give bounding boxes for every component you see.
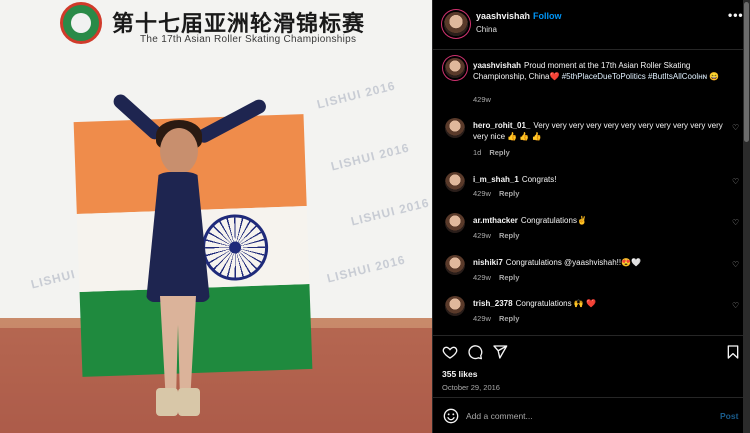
comment-text: trish_2378 Congratulations 🙌 ❤️ [473, 298, 723, 309]
small-heart-icon[interactable]: ♡ [732, 123, 739, 132]
scrollbar-thumb[interactable] [744, 2, 749, 142]
comment-age: 429w [473, 231, 491, 240]
banner-english-title: The 17th Asian Roller Skating Championsh… [140, 34, 357, 45]
share-icon[interactable] [492, 344, 508, 360]
comment-body: Congratulations @yaashvishah!!😍🤍 [505, 258, 642, 267]
post-location[interactable]: China [476, 25, 497, 34]
comment-username[interactable]: nishiki7 [473, 258, 503, 267]
comment-meta: 429w Reply [473, 231, 519, 240]
emoji-icon[interactable] [443, 408, 459, 424]
reply-button[interactable]: Reply [499, 231, 519, 240]
post-button[interactable]: Post [720, 411, 738, 421]
caption-text: yaashvishah Proud moment at the 17th Asia… [473, 60, 723, 82]
small-heart-icon[interactable]: ♡ [732, 301, 739, 310]
likes-count[interactable]: 355 likes [442, 369, 477, 379]
bookmark-icon[interactable] [725, 344, 741, 360]
comment-text: i_m_shah_1 Congrats! [473, 174, 723, 185]
skater-face [160, 128, 198, 174]
comment-body: Congrats! [521, 175, 557, 184]
comment-age: 429w [473, 273, 491, 282]
commenter-avatar[interactable] [445, 118, 465, 138]
author-username[interactable]: yaashvishah [476, 11, 530, 21]
comment-text: ar.mthacker Congratulations✌️ [473, 215, 723, 226]
comment-username[interactable]: i_m_shah_1 [473, 175, 519, 184]
comment-meta: 429w Reply [473, 273, 519, 282]
small-heart-icon[interactable]: ♡ [732, 218, 739, 227]
author-avatar[interactable] [445, 58, 465, 78]
comment-username[interactable]: trish_2378 [473, 299, 513, 308]
roller-skate [156, 388, 178, 416]
comment-meta: 1d Reply [473, 148, 510, 157]
comment-meta: 429w Reply [473, 189, 519, 198]
roller-skate [178, 388, 200, 416]
post-panel: yaashvishah • Follow China ••• yaashvish… [432, 0, 750, 433]
reply-button[interactable]: Reply [499, 273, 519, 282]
author-avatar[interactable] [444, 12, 468, 36]
caption-username[interactable]: yaashvishah [473, 61, 521, 70]
comment-age: 429w [473, 314, 491, 323]
post-photo[interactable]: 第十七届亚洲轮滑锦标赛 The 17th Asian Roller Skatin… [0, 0, 432, 433]
reply-button[interactable]: Reply [489, 148, 509, 157]
reply-button[interactable]: Reply [499, 314, 519, 323]
comment-meta: 429w [473, 95, 491, 104]
comment-text: hero_rohit_01_ Very very very very very v… [473, 120, 723, 142]
comment-meta: 429w Reply [473, 314, 519, 323]
commenter-avatar[interactable] [445, 255, 465, 275]
commenter-avatar[interactable] [445, 172, 465, 192]
action-bar: 355 likes October 29, 2016 [433, 335, 750, 397]
comment-composer: Post [433, 397, 750, 433]
small-heart-icon[interactable]: ♡ [732, 177, 739, 186]
comment-text: nishiki7 Congratulations @yaashvishah!!😍🤍 [473, 257, 723, 268]
caption-hashtags[interactable]: #5thPlaceDueToPolitics #ButItsAllCoolʜɴ … [562, 72, 720, 81]
caption-age: 429w [473, 95, 491, 104]
post-date: October 29, 2016 [442, 383, 500, 392]
comment-body: Congratulations 🙌 ❤️ [515, 299, 596, 308]
heart-icon[interactable] [442, 344, 458, 360]
post-header: yaashvishah • Follow China ••• [433, 0, 750, 50]
comment-username[interactable]: hero_rohit_01_ [473, 121, 530, 130]
header-separator: • [524, 10, 528, 20]
championship-logo [60, 2, 102, 44]
comment-icon[interactable] [467, 344, 483, 360]
comment-username[interactable]: ar.mthacker [473, 216, 518, 225]
more-options-icon[interactable]: ••• [728, 8, 744, 22]
small-heart-icon[interactable]: ♡ [732, 260, 739, 269]
comment-age: 429w [473, 189, 491, 198]
comment-input[interactable] [466, 407, 706, 425]
follow-button[interactable]: Follow [533, 11, 562, 21]
comment-body: Congratulations✌️ [520, 216, 587, 225]
commenter-avatar[interactable] [445, 213, 465, 233]
reply-button[interactable]: Reply [499, 189, 519, 198]
ashoka-chakra [200, 213, 270, 282]
comments-list[interactable]: yaashvishah Proud moment at the 17th Asia… [433, 50, 750, 335]
commenter-avatar[interactable] [445, 296, 465, 316]
comment-age: 1d [473, 148, 482, 157]
